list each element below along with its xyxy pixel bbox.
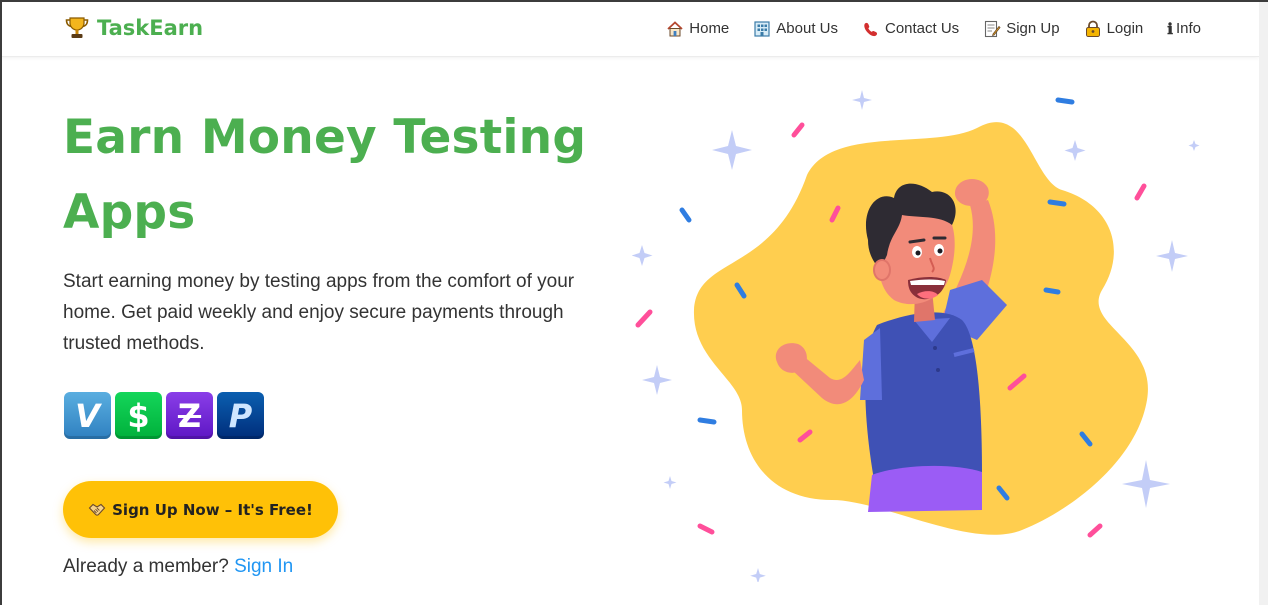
nav-about[interactable]: About Us xyxy=(753,20,838,38)
paypal-glyph: P xyxy=(228,396,253,435)
member-text: Already a member? xyxy=(63,556,229,577)
nav-signup-label: Sign Up xyxy=(1006,20,1060,37)
telephone-icon xyxy=(864,22,878,36)
nav-info[interactable]: ℹ Info xyxy=(1167,20,1201,38)
signup-cta-label: Sign Up Now – It's Free! xyxy=(112,500,313,519)
cashapp-icon: $ xyxy=(115,392,162,439)
payment-methods: V $ Z P xyxy=(64,392,264,439)
venmo-glyph: V xyxy=(75,396,100,435)
venmo-icon: V xyxy=(64,392,111,439)
brand-logo[interactable]: TaskEarn xyxy=(64,13,203,43)
cashapp-glyph: $ xyxy=(127,396,150,435)
house-icon xyxy=(667,20,683,36)
raised-fist xyxy=(954,179,989,207)
lock-key-icon xyxy=(1085,20,1100,37)
nav-info-label: Info xyxy=(1175,20,1201,37)
shirt xyxy=(865,312,982,480)
nav-contact[interactable]: Contact Us xyxy=(862,20,959,38)
signup-cta-button[interactable]: Sign Up Now – It's Free! xyxy=(63,481,338,538)
nav-login[interactable]: Login xyxy=(1084,20,1144,38)
hero-title: Earn Money Testing Apps xyxy=(63,110,587,240)
hero-description: Start earning money by testing apps from… xyxy=(63,271,575,354)
paypal-icon: P xyxy=(217,392,264,439)
nav-home[interactable]: Home xyxy=(666,20,729,38)
celebrating-man-illustration xyxy=(632,90,1200,582)
brand-name: TaskEarn xyxy=(97,16,204,40)
nav-login-label: Login xyxy=(1106,20,1144,37)
nav-menu: Home About Us Contact Us Sign Up Login ℹ… xyxy=(666,0,1201,57)
signin-link[interactable]: Sign In xyxy=(234,556,293,577)
member-prompt: Already a member? Sign In xyxy=(63,556,293,578)
navbar: TaskEarn Home About Us Contact Us Sign U… xyxy=(0,0,1259,57)
page-scrollbar[interactable] xyxy=(1259,0,1268,605)
handshake-icon xyxy=(88,503,106,516)
zelle-icon: Z xyxy=(166,392,213,439)
nav-signup[interactable]: Sign Up xyxy=(983,20,1060,38)
info-icon: ℹ xyxy=(1167,19,1173,38)
pants xyxy=(868,465,982,512)
zelle-glyph: Z xyxy=(177,396,202,435)
building-icon xyxy=(754,20,770,37)
trophy-icon xyxy=(65,17,89,38)
nav-home-label: Home xyxy=(689,20,730,37)
nav-about-label: About Us xyxy=(776,20,838,37)
memo-icon xyxy=(985,20,1001,37)
nav-contact-label: Contact Us xyxy=(884,20,960,37)
